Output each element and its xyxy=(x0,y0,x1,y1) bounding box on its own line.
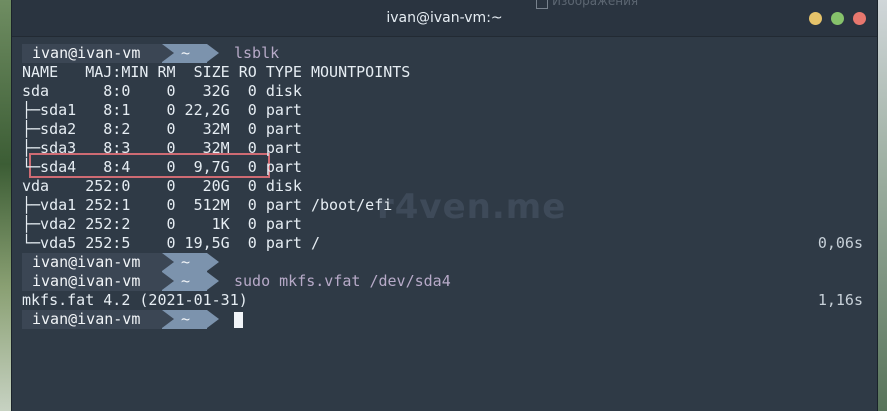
output-line: mkfs.fat 4.2 (2021-01-31) xyxy=(22,291,248,309)
output-line: └─vda5 252:5 0 19,5G 0 part / xyxy=(22,234,321,252)
output-line: NAME MAJ:MIN RM SIZE RO TYPE MOUNTPOINTS xyxy=(22,63,411,81)
output-line: ├─sda1 8:1 0 22,2G 0 part xyxy=(22,101,302,119)
output-line: ├─sda3 8:3 0 32M 0 part xyxy=(22,139,302,157)
maximize-button[interactable] xyxy=(831,12,844,25)
prompt-user: ivan@ivan-vm xyxy=(32,272,141,290)
command-text: lsblk xyxy=(234,44,280,62)
command-duration: 0,06s xyxy=(817,234,863,252)
watermark: r4ven.me xyxy=(377,187,567,227)
output-line: ├─vda2 252:2 0 1K 0 part xyxy=(22,215,302,233)
title-bar[interactable]: Изображения ivan@ivan-vm:~ xyxy=(12,0,877,37)
close-button[interactable] xyxy=(853,12,866,25)
terminal-content[interactable]: r4ven.me ivan@ivan-vm ~ lsblk NAME MAJ:M… xyxy=(22,44,867,404)
prompt-end-arrow xyxy=(207,310,219,328)
output-line: ├─sda2 8:2 0 32M 0 part xyxy=(22,120,302,138)
prompt-separator-arrow xyxy=(162,44,174,62)
prompt-dir: ~ xyxy=(181,44,191,62)
minimize-button[interactable] xyxy=(809,12,822,25)
prompt-separator-arrow xyxy=(162,272,174,290)
prompt-line: ivan@ivan-vm ~ xyxy=(22,253,222,272)
prompt-user-segment: ivan@ivan-vm xyxy=(22,310,162,329)
prompt-dir: ~ xyxy=(181,253,191,271)
command-duration: 1,16s xyxy=(817,291,863,309)
output-line: vda 252:0 0 20G 0 disk xyxy=(22,177,302,195)
window-title: ivan@ivan-vm:~ xyxy=(386,10,503,26)
prompt-line: ivan@ivan-vm ~ xyxy=(22,272,222,291)
prompt-user: ivan@ivan-vm xyxy=(32,310,141,328)
prompt-user: ivan@ivan-vm xyxy=(32,253,141,271)
prompt-dir: ~ xyxy=(181,310,191,328)
prompt-end-arrow xyxy=(207,272,219,290)
output-line: sda 8:0 0 32G 0 disk xyxy=(22,82,302,100)
prompt-line: ivan@ivan-vm ~ xyxy=(22,44,222,63)
prompt-line-active[interactable]: ivan@ivan-vm ~ xyxy=(22,310,243,329)
prompt-user: ivan@ivan-vm xyxy=(32,44,141,62)
output-line: ├─vda1 252:1 0 512M 0 part /boot/efi xyxy=(22,196,393,214)
prompt-separator-arrow xyxy=(162,310,174,328)
prompt-user-segment: ivan@ivan-vm xyxy=(22,44,162,63)
prompt-user-segment: ivan@ivan-vm xyxy=(22,253,162,272)
desktop-wallpaper-left xyxy=(0,0,12,411)
command-text: sudo mkfs.vfat /dev/sda4 xyxy=(234,272,451,290)
desktop-wallpaper-right xyxy=(877,0,887,411)
output-line-highlighted: └─sda4 8:4 0 9,7G 0 part xyxy=(22,158,302,176)
prompt-end-arrow xyxy=(207,44,219,62)
terminal-window[interactable]: Изображения ivan@ivan-vm:~ r4ven.me ivan… xyxy=(12,0,877,411)
prompt-dir: ~ xyxy=(181,272,191,290)
text-cursor[interactable] xyxy=(234,312,243,328)
prompt-separator-arrow xyxy=(162,253,174,271)
prompt-end-arrow xyxy=(207,253,219,271)
prompt-user-segment: ivan@ivan-vm xyxy=(22,272,162,291)
